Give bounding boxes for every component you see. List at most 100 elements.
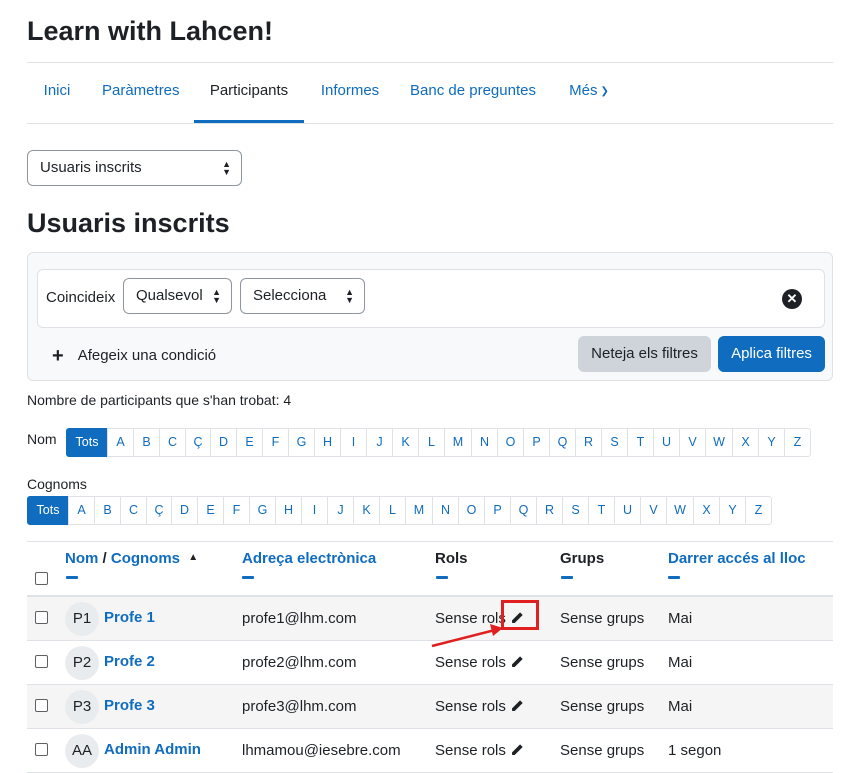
first-name-initial-k[interactable]: K — [392, 428, 419, 457]
select-all-checkbox[interactable] — [35, 572, 48, 585]
last-name-initial-t[interactable]: T — [588, 496, 615, 525]
participants-found-count: Nombre de participants que s'han trobat:… — [27, 392, 292, 408]
first-name-initial-z[interactable]: Z — [784, 428, 811, 457]
last-name-initial-u[interactable]: U — [614, 496, 641, 525]
sort-first-name-link[interactable]: Nom — [65, 550, 98, 567]
hide-column-icon[interactable] — [242, 576, 254, 579]
last-name-initial-o[interactable]: O — [458, 496, 485, 525]
last-name-initial-p[interactable]: P — [484, 496, 511, 525]
first-name-initial-m[interactable]: M — [444, 428, 472, 457]
last-name-initial-b[interactable]: B — [94, 496, 121, 525]
user-roles: Sense rols — [435, 654, 524, 671]
sort-last-access-link[interactable]: Darrer accés al lloc — [668, 550, 806, 567]
edit-roles-icon[interactable] — [510, 655, 524, 669]
first-name-initial-o[interactable]: O — [497, 428, 524, 457]
user-email: profe3@lhm.com — [242, 698, 357, 715]
user-name-link[interactable]: Profe 1 — [104, 609, 155, 626]
last-name-initial-r[interactable]: R — [536, 496, 563, 525]
user-last-access: Mai — [668, 610, 693, 627]
sort-last-name-link[interactable]: Cognoms — [111, 550, 180, 567]
user-name-link[interactable]: Admin Admin — [104, 741, 201, 758]
last-name-initial-e[interactable]: E — [197, 496, 224, 525]
sort-email-link[interactable]: Adreça electrònica — [242, 550, 376, 567]
first-name-initial-v[interactable]: V — [679, 428, 706, 457]
filter-panel: Coincideix Qualsevol ▲ ▼ Selecciona ▲ ▼ ✕ … — [27, 252, 833, 381]
last-name-initial-a[interactable]: A — [68, 496, 95, 525]
last-name-initial-i[interactable]: I — [301, 496, 328, 525]
last-name-initial-y[interactable]: Y — [719, 496, 746, 525]
last-name-initial-f[interactable]: F — [223, 496, 250, 525]
edit-roles-icon[interactable] — [510, 743, 524, 757]
first-name-initial-g[interactable]: G — [288, 428, 315, 457]
avatar: P1 — [65, 602, 99, 636]
clear-filters-button[interactable]: Neteja els filtres — [578, 336, 711, 372]
table-row: AA Admin Admin lhmamou@iesebre.com Sense ro… — [27, 729, 833, 773]
first-name-initial-w[interactable]: W — [705, 428, 733, 457]
last-name-initial-q[interactable]: Q — [510, 496, 537, 525]
hide-column-icon[interactable] — [66, 576, 78, 579]
hide-column-icon[interactable] — [436, 576, 448, 579]
filter-type-select[interactable]: Selecciona ▲ ▼ — [240, 278, 365, 314]
user-name-link[interactable]: Profe 2 — [104, 653, 155, 670]
row-select-checkbox[interactable] — [35, 655, 48, 668]
match-select[interactable]: Qualsevol ▲ ▼ — [123, 278, 232, 314]
first-name-initial-i[interactable]: I — [340, 428, 367, 457]
last-name-initial-l[interactable]: L — [379, 496, 406, 525]
first-name-initial-q[interactable]: Q — [549, 428, 576, 457]
first-name-initial-f[interactable]: F — [262, 428, 289, 457]
add-condition-button[interactable]: + Afegeix una condició — [52, 345, 216, 368]
tab-informes[interactable]: Informes — [320, 63, 380, 123]
user-name-link[interactable]: Profe 3 — [104, 697, 155, 714]
first-name-initial-all[interactable]: Tots — [66, 428, 108, 457]
tab-inici[interactable]: Inici — [43, 63, 71, 123]
last-name-initial-d[interactable]: D — [171, 496, 198, 525]
last-name-initials-bar: Tots ABCÇDEFGHIJKLMNOPQRSTUVWXYZ — [27, 496, 772, 525]
first-name-initial-x[interactable]: X — [732, 428, 759, 457]
last-name-initial-h[interactable]: H — [275, 496, 302, 525]
first-name-initial-d[interactable]: D — [210, 428, 237, 457]
first-name-initial-p[interactable]: P — [523, 428, 550, 457]
last-name-initial-all[interactable]: Tots — [27, 496, 69, 525]
last-name-initial-x[interactable]: X — [693, 496, 720, 525]
first-name-initial-s[interactable]: S — [601, 428, 628, 457]
first-name-initial-l[interactable]: L — [418, 428, 445, 457]
tab-parametres[interactable]: Paràmetres — [102, 63, 180, 123]
first-name-initial-e[interactable]: E — [236, 428, 263, 457]
last-name-initial-v[interactable]: V — [640, 496, 667, 525]
first-name-initial-j[interactable]: J — [366, 428, 393, 457]
last-name-initial-c[interactable]: C — [120, 496, 147, 525]
last-name-initial-m[interactable]: M — [405, 496, 433, 525]
last-name-initial-g[interactable]: G — [249, 496, 276, 525]
tab-banc-de-preguntes[interactable]: Banc de preguntes — [410, 63, 536, 123]
first-name-initial-c[interactable]: C — [159, 428, 186, 457]
last-name-initial-w[interactable]: W — [666, 496, 694, 525]
edit-roles-icon[interactable] — [510, 699, 524, 713]
row-select-checkbox[interactable] — [35, 611, 48, 624]
first-name-initial-a[interactable]: A — [107, 428, 134, 457]
last-name-initial-c-cedilla[interactable]: Ç — [146, 496, 172, 525]
last-name-initial-s[interactable]: S — [562, 496, 589, 525]
first-name-initial-r[interactable]: R — [575, 428, 602, 457]
first-name-initial-y[interactable]: Y — [758, 428, 785, 457]
first-name-initial-t[interactable]: T — [627, 428, 654, 457]
hide-column-icon[interactable] — [668, 576, 680, 579]
first-name-initial-n[interactable]: N — [471, 428, 498, 457]
filter-condition-row: Coincideix Qualsevol ▲ ▼ Selecciona ▲ ▼ ✕ — [37, 269, 825, 328]
row-select-checkbox[interactable] — [35, 743, 48, 756]
apply-filters-button[interactable]: Aplica filtres — [718, 336, 825, 372]
tab-mes[interactable]: Més ❯ — [567, 63, 611, 123]
sort-ascending-icon: ▲ — [188, 552, 199, 563]
participants-view-select[interactable]: Usuaris inscrits ▲ ▼ — [27, 150, 242, 186]
last-name-initial-n[interactable]: N — [432, 496, 459, 525]
row-select-checkbox[interactable] — [35, 699, 48, 712]
tab-participants[interactable]: Participants — [194, 63, 304, 123]
first-name-initial-c-cedilla[interactable]: Ç — [185, 428, 211, 457]
first-name-initial-h[interactable]: H — [314, 428, 341, 457]
first-name-initial-u[interactable]: U — [653, 428, 680, 457]
hide-column-icon[interactable] — [561, 576, 573, 579]
last-name-initial-j[interactable]: J — [327, 496, 354, 525]
last-name-initial-z[interactable]: Z — [745, 496, 772, 525]
first-name-initial-b[interactable]: B — [133, 428, 160, 457]
last-name-initial-k[interactable]: K — [353, 496, 380, 525]
remove-condition-icon[interactable]: ✕ — [782, 289, 802, 309]
